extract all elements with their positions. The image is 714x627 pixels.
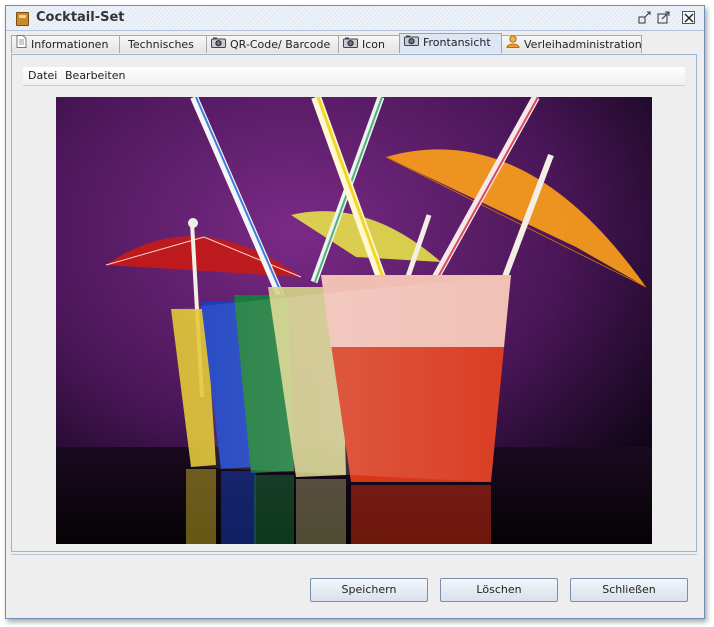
- camera-icon: [343, 36, 358, 53]
- tab-informationen[interactable]: Informationen: [11, 35, 120, 53]
- save-button[interactable]: Speichern: [310, 578, 428, 602]
- title-bar[interactable]: Cocktail-Set: [6, 6, 704, 31]
- tab-label: Verleihadministration: [524, 38, 642, 51]
- tab-label: Informationen: [31, 38, 109, 51]
- person-icon: [506, 35, 520, 53]
- minimize-icon[interactable]: [638, 11, 651, 24]
- maximize-icon[interactable]: [657, 11, 670, 24]
- tab-label: QR-Code/ Barcode: [230, 38, 331, 51]
- tab-technisches[interactable]: Technisches: [119, 35, 207, 53]
- cocktail-photo: [56, 97, 652, 544]
- camera-icon: [211, 36, 226, 53]
- tab-label: Technisches: [128, 38, 194, 51]
- tab-content-frontansicht: Datei Bearbeiten: [11, 54, 697, 552]
- tab-frontansicht[interactable]: Frontansicht: [399, 33, 502, 53]
- window-title: Cocktail-Set: [36, 10, 125, 25]
- close-icon[interactable]: [682, 11, 695, 24]
- dialog-window: Cocktail-Set Informationen Technisches Q…: [5, 5, 705, 619]
- footer-separator: [11, 554, 697, 555]
- menu-datei[interactable]: Datei: [28, 69, 57, 82]
- front-view-image: [56, 97, 652, 544]
- menu-bearbeiten[interactable]: Bearbeiten: [65, 69, 125, 82]
- menu-bar: Datei Bearbeiten: [23, 67, 685, 86]
- tab-verleihadministration[interactable]: Verleihadministration: [501, 35, 642, 53]
- app-icon: [16, 12, 29, 26]
- camera-icon: [404, 34, 419, 51]
- delete-button[interactable]: Löschen: [440, 578, 558, 602]
- tab-label: Icon: [362, 38, 385, 51]
- tab-qr-code[interactable]: QR-Code/ Barcode: [206, 35, 339, 53]
- tab-label: Frontansicht: [423, 36, 491, 49]
- document-icon: [16, 35, 27, 53]
- tab-icon[interactable]: Icon: [338, 35, 400, 53]
- close-button[interactable]: Schließen: [570, 578, 688, 602]
- tab-bar: Informationen Technisches QR-Code/ Barco…: [11, 33, 696, 55]
